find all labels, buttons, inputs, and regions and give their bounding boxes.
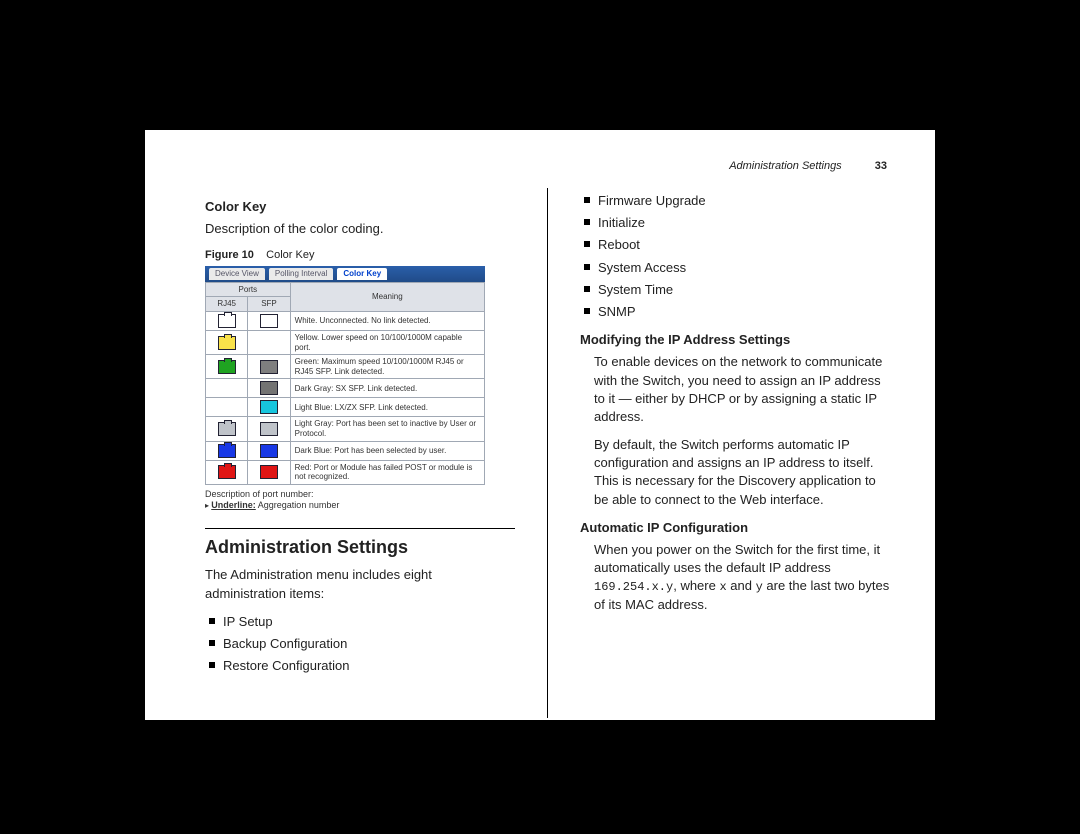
table-row: White. Unconnected. No link detected.	[206, 311, 485, 330]
rj45-port-icon	[218, 444, 236, 458]
page-number: 33	[875, 160, 887, 172]
list-item: Reboot	[598, 236, 890, 254]
rj45-port-icon	[218, 336, 236, 350]
footnote-2-label: Underline:	[211, 500, 256, 510]
cell-sfp	[248, 441, 290, 460]
table-row: Yellow. Lower speed on 10/100/1000M capa…	[206, 330, 485, 354]
sfp-port-icon	[260, 422, 278, 436]
list-item: System Access	[598, 259, 890, 277]
table-row: Red: Port or Module has failed POST or m…	[206, 460, 485, 484]
auto-ip-y: y	[756, 580, 763, 594]
cell-rj45	[206, 398, 248, 417]
figure-tabbar: Device View Polling Interval Color Key	[205, 266, 485, 282]
left-column: Color Key Description of the color codin…	[205, 188, 515, 718]
auto-ip-code: 169.254.x.y	[594, 580, 673, 594]
cell-rj45	[206, 355, 248, 379]
running-header: Administration Settings 33	[729, 160, 887, 172]
cell-meaning: Light Blue: LX/ZX SFP. Link detected.	[290, 398, 484, 417]
footnote-2-text: Aggregation number	[258, 500, 340, 510]
rj45-port-icon	[218, 314, 236, 328]
table-row: Green: Maximum speed 10/100/1000M RJ45 o…	[206, 355, 485, 379]
admin-items-right-list: Firmware Upgrade Initialize Reboot System A…	[580, 192, 890, 321]
sfp-port-icon	[260, 360, 278, 374]
rj45-port-icon	[218, 360, 236, 374]
table-row: Light Blue: LX/ZX SFP. Link detected.	[206, 398, 485, 417]
cell-sfp	[248, 355, 290, 379]
tab-device-view[interactable]: Device View	[209, 268, 265, 280]
admin-items-left-list: IP Setup Backup Configuration Restore Conf…	[205, 613, 515, 676]
modify-ip-p1: To enable devices on the network to comm…	[594, 353, 890, 426]
table-row: Dark Gray: SX SFP. Link detected.	[206, 379, 485, 398]
cell-sfp	[248, 311, 290, 330]
running-title: Administration Settings	[729, 160, 842, 172]
th-ports: Ports	[206, 282, 291, 297]
tab-color-key[interactable]: Color Key	[337, 268, 387, 280]
list-item: Initialize	[598, 214, 890, 232]
th-meaning: Meaning	[290, 282, 484, 311]
right-column: Firmware Upgrade Initialize Reboot System A…	[580, 188, 890, 718]
cell-meaning: Light Gray: Port has been set to inactiv…	[290, 417, 484, 441]
sfp-port-icon	[260, 444, 278, 458]
cell-rj45	[206, 330, 248, 354]
table-row: Light Gray: Port has been set to inactiv…	[206, 417, 485, 441]
figure-title: Color Key	[266, 249, 314, 261]
footnote-1: Description of port number:	[205, 489, 485, 500]
cell-sfp	[248, 460, 290, 484]
color-key-figure: Device View Polling Interval Color Key P…	[205, 266, 485, 511]
figure-footnotes: Description of port number: Underline: A…	[205, 489, 485, 511]
cell-rj45	[206, 311, 248, 330]
cell-meaning: Dark Gray: SX SFP. Link detected.	[290, 379, 484, 398]
cell-rj45	[206, 417, 248, 441]
cell-meaning: Yellow. Lower speed on 10/100/1000M capa…	[290, 330, 484, 354]
auto-ip-text-a: When you power on the Switch for the fir…	[594, 542, 880, 575]
list-item: System Time	[598, 281, 890, 299]
cell-meaning: White. Unconnected. No link detected.	[290, 311, 484, 330]
cell-meaning: Green: Maximum speed 10/100/1000M RJ45 o…	[290, 355, 484, 379]
list-item: Firmware Upgrade	[598, 192, 890, 210]
cell-sfp	[248, 330, 290, 354]
column-divider	[547, 188, 548, 718]
admin-settings-heading: Administration Settings	[205, 528, 515, 560]
list-item: IP Setup	[223, 613, 515, 631]
auto-ip-text-b: , where	[673, 578, 719, 593]
cell-meaning: Dark Blue: Port has been selected by use…	[290, 441, 484, 460]
figure-label: Figure 10	[205, 249, 254, 261]
modify-ip-p2: By default, the Switch performs automati…	[594, 436, 890, 509]
cell-sfp	[248, 417, 290, 441]
auto-ip-text-c: and	[727, 578, 756, 593]
table-row: Dark Blue: Port has been selected by use…	[206, 441, 485, 460]
footnote-2: Underline: Aggregation number	[205, 500, 485, 511]
auto-ip-x: x	[719, 580, 726, 594]
cell-sfp	[248, 398, 290, 417]
figure-caption: Figure 10 Color Key	[205, 248, 515, 263]
th-rj45: RJ45	[206, 297, 248, 312]
auto-ip-heading: Automatic IP Configuration	[580, 519, 890, 537]
admin-settings-intro: The Administration menu includes eight a…	[205, 566, 515, 602]
list-item: Restore Configuration	[223, 657, 515, 675]
sfp-port-icon	[260, 465, 278, 479]
list-item: Backup Configuration	[223, 635, 515, 653]
auto-ip-p1: When you power on the Switch for the fir…	[594, 541, 890, 614]
cell-meaning: Red: Port or Module has failed POST or m…	[290, 460, 484, 484]
tab-polling-interval[interactable]: Polling Interval	[269, 268, 333, 280]
list-item: SNMP	[598, 303, 890, 321]
color-key-table: Ports Meaning RJ45 SFP White. Unconnecte…	[205, 282, 485, 485]
cell-rj45	[206, 441, 248, 460]
cell-sfp	[248, 379, 290, 398]
rj45-port-icon	[218, 465, 236, 479]
color-key-description: Description of the color coding.	[205, 220, 515, 238]
cell-rj45	[206, 379, 248, 398]
sfp-port-icon	[260, 400, 278, 414]
document-page: Administration Settings 33 Color Key Des…	[145, 130, 935, 720]
rj45-port-icon	[218, 422, 236, 436]
sfp-port-icon	[260, 381, 278, 395]
color-key-heading: Color Key	[205, 198, 515, 216]
th-sfp: SFP	[248, 297, 290, 312]
cell-rj45	[206, 460, 248, 484]
modify-ip-heading: Modifying the IP Address Settings	[580, 331, 890, 349]
sfp-port-icon	[260, 314, 278, 328]
